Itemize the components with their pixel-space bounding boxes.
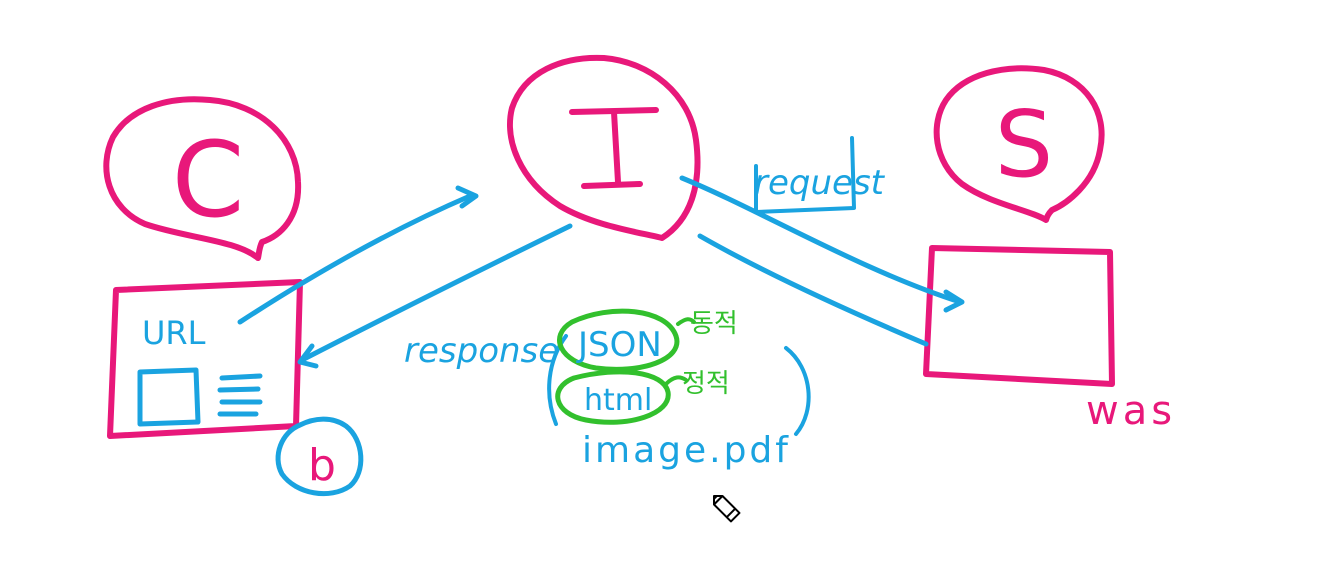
server-letter: S	[995, 91, 1053, 198]
browser-image-square	[137, 367, 201, 427]
server-label: was	[1086, 388, 1176, 434]
response-label: response	[404, 331, 559, 371]
json-label: JSON	[576, 325, 662, 365]
request-label: request	[754, 163, 886, 203]
html-label: html	[584, 383, 652, 418]
browser-url-label: URL	[142, 314, 206, 352]
response-types-close-paren	[784, 346, 811, 436]
client-letter: C	[172, 119, 245, 241]
browser-badge-letter: b	[308, 440, 336, 491]
hamburger-lines-icon	[217, 373, 263, 417]
server-box	[923, 245, 1115, 387]
client-to-intermediary-arrow	[237, 193, 473, 325]
intermediary-letter: I	[614, 189, 615, 191]
intermediary-letter-shape	[569, 107, 659, 189]
whiteboard-diagram: C I S URL b was request response JSON 동적…	[103, 54, 1176, 523]
intermediary-circle	[507, 54, 701, 241]
json-note: 동적	[690, 309, 738, 339]
pencil-cursor-icon	[713, 495, 741, 523]
other-types-label: image.pdf	[582, 430, 791, 471]
html-note: 정적	[682, 369, 730, 399]
